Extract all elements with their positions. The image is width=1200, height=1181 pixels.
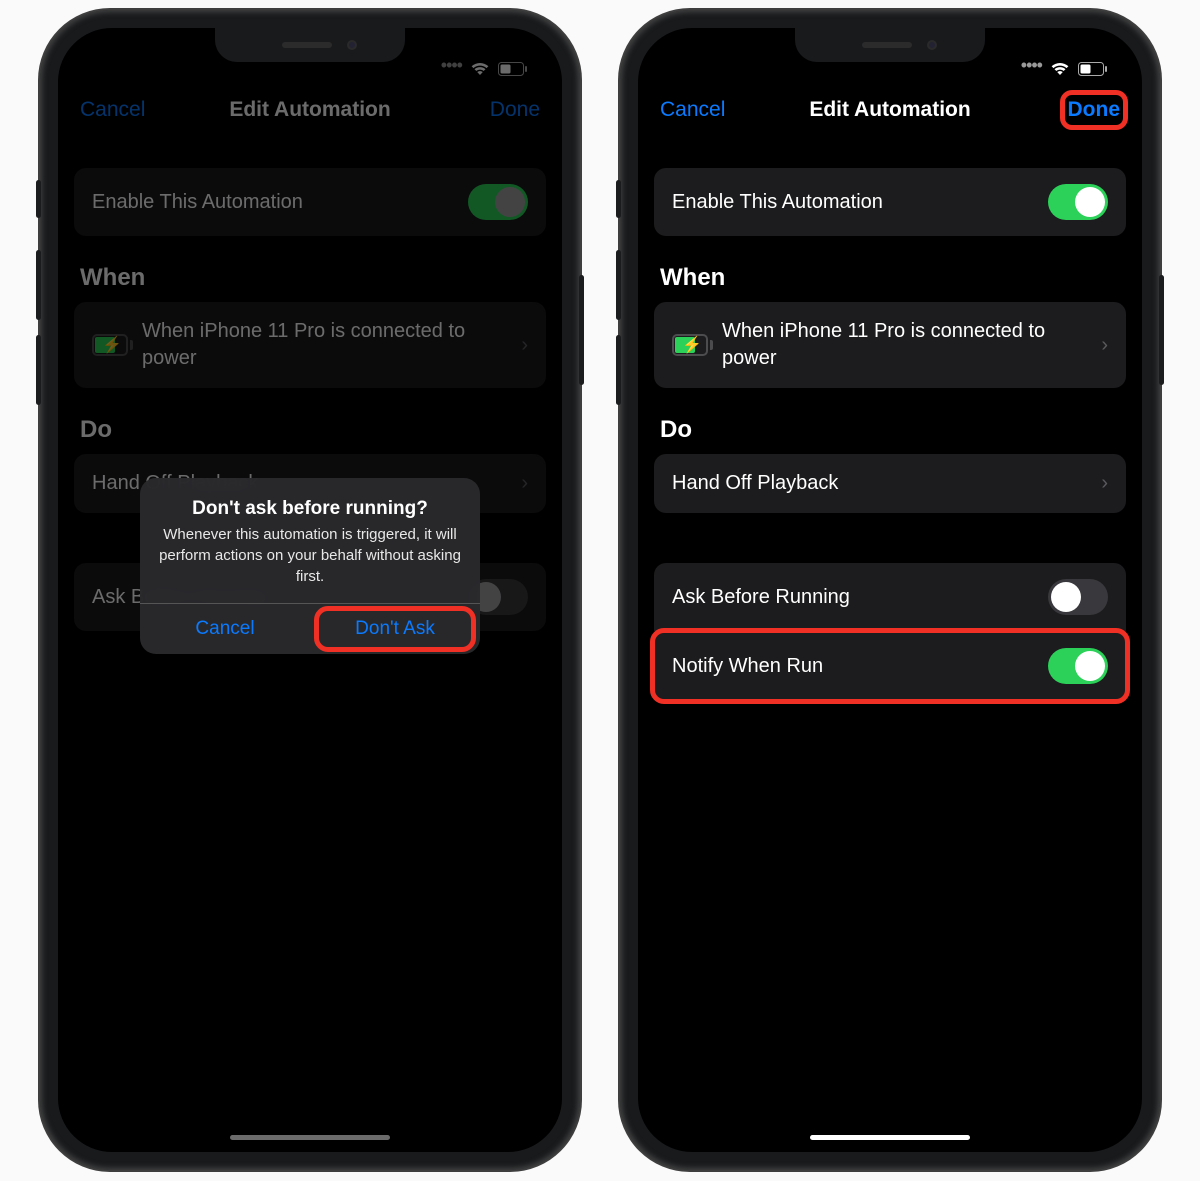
cancel-button[interactable]: Cancel <box>660 98 725 122</box>
side-silence-switch <box>36 180 41 218</box>
when-trigger-row[interactable]: ⚡ When iPhone 11 Pro is connected to pow… <box>654 302 1126 388</box>
do-action-row[interactable]: Hand Off Playback › <box>654 454 1126 513</box>
side-volume-down <box>36 335 41 405</box>
cellular-dots-icon: •••• <box>1021 55 1042 76</box>
home-indicator[interactable] <box>810 1135 970 1140</box>
notify-when-run-label: Notify When Run <box>672 653 1048 680</box>
side-silence-switch <box>616 180 621 218</box>
navbar: Cancel Edit Automation Done <box>638 80 1142 140</box>
notch <box>215 28 405 62</box>
chevron-right-icon: › <box>1101 472 1108 495</box>
screen: •••• Cancel Edit Automation Done Enable … <box>638 28 1142 1152</box>
notch <box>795 28 985 62</box>
side-volume-down <box>616 335 621 405</box>
alert-title: Don't ask before running? <box>158 498 462 520</box>
side-power-button <box>1159 275 1164 385</box>
done-button[interactable]: Done <box>1068 98 1121 122</box>
screen: •••• Cancel Edit Automation Done Enable … <box>58 28 562 1152</box>
page-title: Edit Automation <box>809 98 970 122</box>
charging-icon: ⚡ <box>672 334 708 356</box>
ask-before-running-row[interactable]: Ask Before Running <box>654 563 1126 631</box>
enable-automation-toggle[interactable] <box>1048 184 1108 220</box>
notify-when-run-row[interactable]: Notify When Run <box>654 632 1126 700</box>
ask-before-running-label: Ask Before Running <box>672 584 1048 611</box>
confirmation-alert: Don't ask before running? Whenever this … <box>140 478 480 654</box>
side-volume-up <box>36 250 41 320</box>
phone-left: •••• Cancel Edit Automation Done Enable … <box>40 10 580 1170</box>
do-action-label: Hand Off Playback <box>672 470 1101 497</box>
side-volume-up <box>616 250 621 320</box>
side-power-button <box>579 275 584 385</box>
when-header: When <box>654 264 1126 302</box>
ask-before-running-toggle[interactable] <box>1048 579 1108 615</box>
do-header: Do <box>654 416 1126 454</box>
phone-right: •••• Cancel Edit Automation Done Enable … <box>620 10 1160 1170</box>
when-trigger-label: When iPhone 11 Pro is connected to power <box>722 318 1101 372</box>
enable-automation-label: Enable This Automation <box>672 189 1048 216</box>
alert-cancel-button[interactable]: Cancel <box>140 604 310 654</box>
chevron-right-icon: › <box>1101 334 1108 357</box>
alert-dont-ask-button[interactable]: Don't Ask <box>310 604 480 654</box>
battery-icon <box>1078 62 1108 76</box>
notify-when-run-toggle[interactable] <box>1048 648 1108 684</box>
wifi-icon <box>1050 62 1070 76</box>
alert-message: Whenever this automation is triggered, i… <box>158 524 462 587</box>
enable-automation-row[interactable]: Enable This Automation <box>654 168 1126 236</box>
